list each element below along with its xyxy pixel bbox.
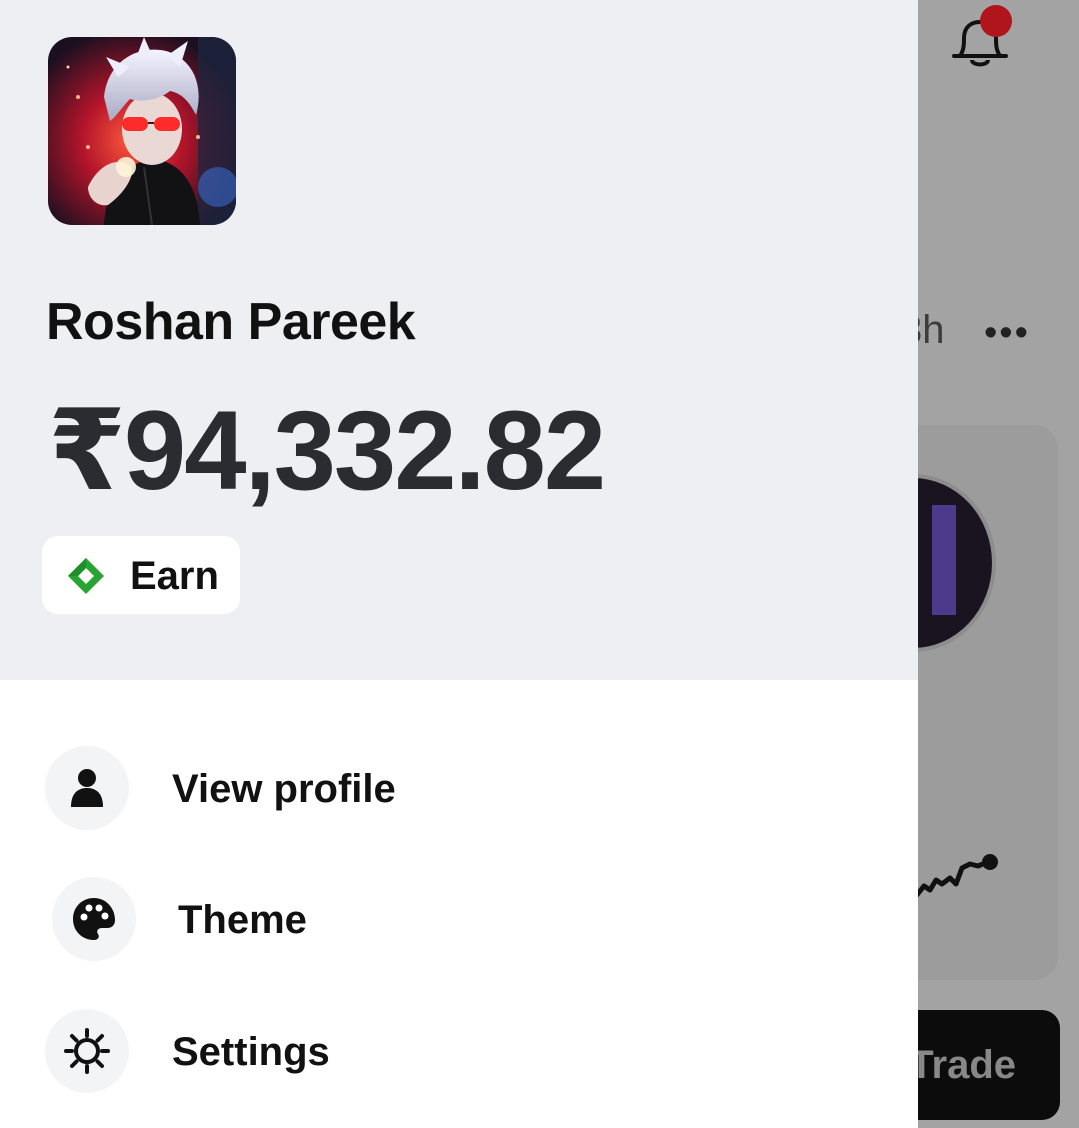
portfolio-balance: ₹94,332.82	[48, 388, 606, 513]
earn-button[interactable]: Earn	[42, 536, 240, 614]
person-icon-wrap	[45, 746, 129, 830]
palette-icon	[73, 898, 115, 940]
coin-logo-bar	[932, 505, 956, 615]
trade-button-label: Trade	[909, 1042, 1016, 1087]
earn-label: Earn	[130, 554, 219, 598]
more-options-icon[interactable]: •••	[984, 314, 1030, 352]
menu-label-view-profile: View profile	[172, 767, 396, 811]
palette-icon-wrap	[52, 877, 136, 961]
gear-icon-wrap	[45, 1009, 129, 1093]
avatar[interactable]	[48, 37, 236, 225]
earn-diamond-icon	[68, 558, 104, 594]
user-name: Roshan Pareek	[46, 293, 416, 351]
menu-label-theme: Theme	[178, 898, 307, 942]
person-icon	[71, 769, 103, 807]
menu-item-view-profile[interactable]: View profile	[0, 735, 918, 845]
notification-dot	[980, 5, 1012, 37]
drawer-header: Roshan Pareek ₹94,332.82 Earn	[0, 0, 918, 680]
menu-item-settings[interactable]: Settings	[0, 998, 918, 1108]
avatar-image	[48, 37, 236, 225]
menu-label-settings: Settings	[172, 1030, 330, 1074]
side-drawer: Roshan Pareek ₹94,332.82 Earn View profi…	[0, 0, 918, 1128]
gear-icon	[64, 1028, 110, 1074]
menu-item-theme[interactable]: Theme	[0, 866, 918, 976]
